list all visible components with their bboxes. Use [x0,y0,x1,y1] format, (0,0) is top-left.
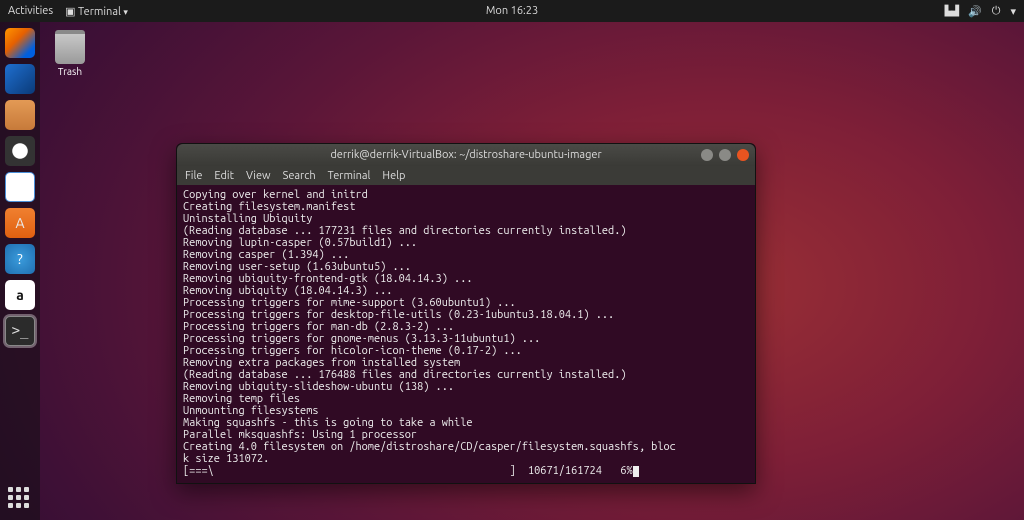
window-titlebar[interactable]: derrik@derrik-VirtualBox: ~/distroshare-… [177,144,755,166]
dock-amazon[interactable]: a [5,280,35,310]
system-status-area[interactable]: ▙▟ 🔊 ⏻ ▾ [945,5,1016,18]
menu-file[interactable]: File [185,170,202,182]
terminal-menubar: File Edit View Search Terminal Help [177,166,755,185]
network-icon: ▙▟ [945,5,958,17]
dock-thunderbird[interactable] [5,64,35,94]
dock-firefox[interactable] [5,28,35,58]
window-minimize-button[interactable] [701,149,713,161]
menu-view[interactable]: View [246,170,271,182]
menu-search[interactable]: Search [283,170,316,182]
show-applications-button[interactable] [8,487,29,508]
desktop-trash[interactable]: Trash [55,30,85,77]
trash-icon [55,30,85,64]
power-icon: ⏻ [992,5,1001,18]
menu-help[interactable]: Help [382,170,405,182]
dock-help[interactable]: ? [5,244,35,274]
terminal-output[interactable]: Copying over kernel and initrd Creating … [177,185,755,483]
dock: A ? a >_ [0,22,40,520]
menu-edit[interactable]: Edit [214,170,234,182]
window-title: derrik@derrik-VirtualBox: ~/distroshare-… [330,149,601,161]
activities-button[interactable]: Activities [8,5,53,17]
app-menu[interactable]: ▣ Terminal [65,5,128,18]
menu-terminal[interactable]: Terminal [328,170,371,182]
dock-files[interactable] [5,100,35,130]
dock-rhythmbox[interactable] [5,136,35,166]
terminal-window[interactable]: derrik@derrik-VirtualBox: ~/distroshare-… [176,143,756,484]
dock-terminal[interactable]: >_ [5,316,35,346]
chevron-down-icon: ▾ [1010,5,1016,18]
dock-ubuntu-software[interactable]: A [5,208,35,238]
trash-label: Trash [55,66,85,77]
window-maximize-button[interactable] [719,149,731,161]
dock-libreoffice-writer[interactable] [5,172,35,202]
terminal-icon: ▣ [65,6,78,18]
volume-icon: 🔊 [968,5,982,18]
terminal-cursor [633,466,639,477]
top-bar: Activities ▣ Terminal Mon 16:23 ▙▟ 🔊 ⏻ ▾ [0,0,1024,22]
window-close-button[interactable] [737,149,749,161]
clock[interactable]: Mon 16:23 [486,5,538,17]
